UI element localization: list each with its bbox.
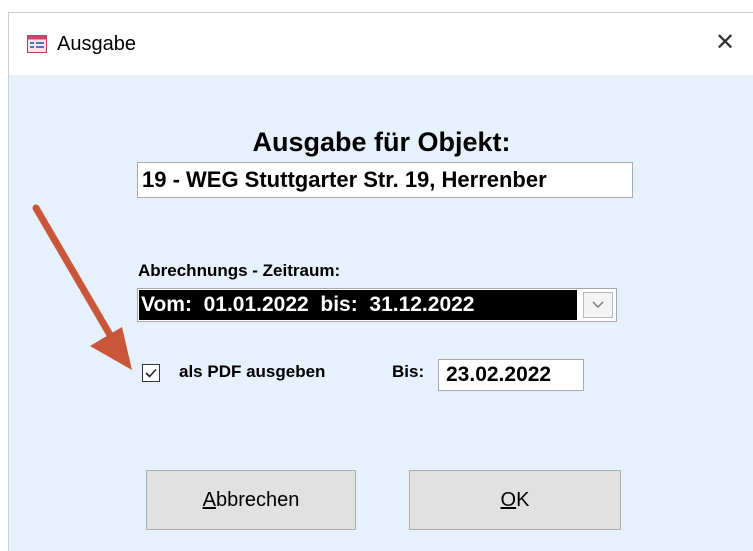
checkmark-icon	[145, 368, 157, 378]
period-value[interactable]: Vom: 01.01.2022 bis: 31.12.2022	[139, 290, 577, 320]
dialog-body: Ausgabe für Objekt: 19 - WEG Stuttgarter…	[9, 75, 753, 551]
ok-label-rest: K	[516, 488, 530, 511]
period-label: Abrechnungs - Zeitraum:	[138, 261, 341, 280]
ok-mnemonic: O	[500, 488, 517, 511]
period-dropdown[interactable]: Vom: 01.01.2022 bis: 31.12.2022	[137, 288, 617, 322]
cancel-button[interactable]: Abbrechen	[146, 470, 356, 530]
bis-label: Bis:	[392, 362, 425, 381]
title-bar: Ausgabe ✕	[9, 13, 753, 75]
form-heading: Ausgabe für Objekt:	[252, 127, 511, 157]
window-title: Ausgabe	[57, 33, 136, 55]
bis-date-field[interactable]: 23.02.2022	[438, 359, 584, 391]
pdf-checkbox-label[interactable]: als PDF ausgeben	[179, 362, 325, 382]
objekt-field[interactable]: 19 - WEG Stuttgarter Str. 19, Herrenber	[137, 162, 633, 198]
cancel-mnemonic: A	[202, 488, 216, 511]
pdf-checkbox[interactable]	[142, 364, 160, 382]
cancel-label-rest: bbrechen	[215, 488, 300, 511]
chevron-down-icon[interactable]	[583, 292, 613, 318]
ok-button[interactable]: OK	[409, 470, 621, 530]
dialog-window: Ausgabe ✕ Ausgabe für Objekt: 19 - WEG S…	[8, 12, 753, 551]
close-icon[interactable]: ✕	[708, 25, 742, 59]
form-icon	[27, 35, 47, 53]
